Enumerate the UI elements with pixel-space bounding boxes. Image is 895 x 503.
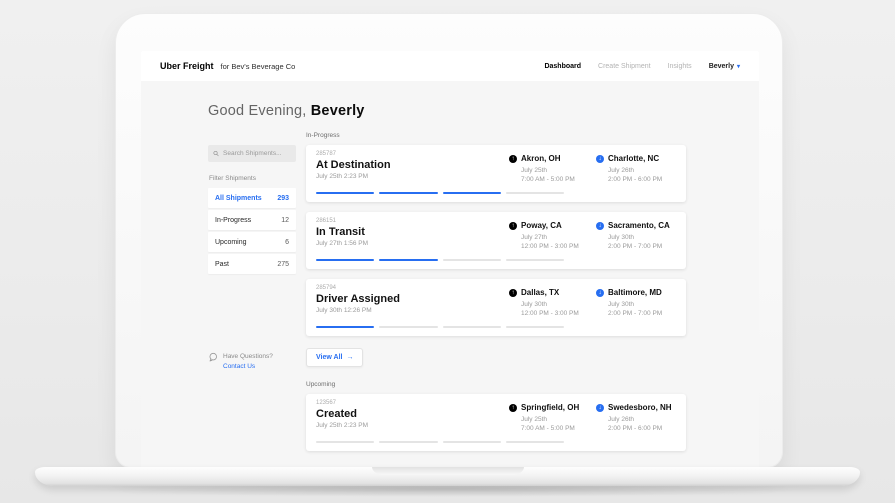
origin-date: July 25th xyxy=(521,167,593,174)
progress-bar xyxy=(316,192,564,194)
destination-location: ↓ Sacramento, CA July 30th 2:00 PM - 7:0… xyxy=(596,221,684,250)
search-icon xyxy=(213,150,219,157)
brand-logo: Uber Freight for Bev's Beverage Co xyxy=(160,61,295,71)
content-columns: Filter Shipments All Shipments 293 In-Pr… xyxy=(208,132,759,461)
view-all-button[interactable]: View All → xyxy=(306,348,363,367)
origin-date: July 27th xyxy=(521,234,593,241)
top-nav: Dashboard Create Shipment Insights Bever… xyxy=(544,63,740,70)
nav-insights[interactable]: Insights xyxy=(668,63,692,70)
shipment-card[interactable]: 123567 Created July 25th 2:23 PM ↑ Sprin… xyxy=(306,394,686,451)
destination-window: 2:00 PM - 6:00 PM xyxy=(608,176,684,183)
dropoff-icon: ↓ xyxy=(596,404,604,412)
origin-location: ↑ Springfield, OH July 25th 7:00 AM - 5:… xyxy=(509,403,593,432)
destination-window: 2:00 PM - 7:00 PM xyxy=(608,243,684,250)
origin-location: ↑ Dallas, TX July 30th 12:00 PM - 3:00 P… xyxy=(509,288,593,317)
origin-location: ↑ Poway, CA July 27th 12:00 PM - 3:00 PM xyxy=(509,221,593,250)
origin-city: Springfield, OH xyxy=(521,403,579,412)
destination-city: Baltimore, MD xyxy=(608,288,662,297)
progress-bar xyxy=(316,259,564,261)
filter-past[interactable]: Past 275 xyxy=(208,254,296,274)
filter-all-shipments[interactable]: All Shipments 293 xyxy=(208,188,296,208)
dropoff-icon: ↓ xyxy=(596,222,604,230)
brand-name: Uber Freight xyxy=(160,61,214,71)
destination-city: Charlotte, NC xyxy=(608,154,659,163)
brand-company: for Bev's Beverage Co xyxy=(221,62,296,71)
filter-count: 293 xyxy=(277,195,289,202)
origin-window: 12:00 PM - 3:00 PM xyxy=(521,243,593,250)
destination-window: 2:00 PM - 6:00 PM xyxy=(608,425,684,432)
greeting-name: Beverly xyxy=(311,103,365,119)
origin-city: Dallas, TX xyxy=(521,288,559,297)
filter-count: 12 xyxy=(281,217,289,224)
filter-upcoming[interactable]: Upcoming 6 xyxy=(208,232,296,252)
filter-label: Past xyxy=(215,261,229,268)
destination-location: ↓ Charlotte, NC July 26th 2:00 PM - 6:00… xyxy=(596,154,684,183)
contact-us-link[interactable]: Contact Us xyxy=(223,362,273,372)
arrow-right-icon: → xyxy=(346,354,353,361)
destination-city: Swedesboro, NH xyxy=(608,403,672,412)
origin-window: 7:00 AM - 5:00 PM xyxy=(521,425,593,432)
dropoff-icon: ↓ xyxy=(596,289,604,297)
destination-date: July 30th xyxy=(608,301,684,308)
shipments-main: In-Progress 285787 At Destination July 2… xyxy=(306,132,686,461)
origin-window: 12:00 PM - 3:00 PM xyxy=(521,310,593,317)
destination-date: July 26th xyxy=(608,167,684,174)
origin-date: July 25th xyxy=(521,416,593,423)
pickup-icon: ↑ xyxy=(509,155,517,163)
chevron-down-icon: ▾ xyxy=(737,63,740,70)
origin-city: Poway, CA xyxy=(521,221,562,230)
filter-count: 275 xyxy=(277,261,289,268)
laptop-base-notch xyxy=(372,467,524,475)
help-block: Have Questions? Contact Us xyxy=(208,352,296,373)
user-menu[interactable]: Beverly ▾ xyxy=(709,63,740,70)
app-header: Uber Freight for Bev's Beverage Co Dashb… xyxy=(141,51,759,81)
section-title-upcoming: Upcoming xyxy=(306,381,686,388)
help-question: Have Questions? xyxy=(223,352,273,362)
filter-label: All Shipments xyxy=(215,195,262,202)
filter-count: 6 xyxy=(285,239,289,246)
destination-city: Sacramento, CA xyxy=(608,221,670,230)
laptop-base xyxy=(35,467,860,486)
page-title: Good Evening, Beverly xyxy=(208,103,759,119)
search-box[interactable] xyxy=(208,145,296,162)
search-input[interactable] xyxy=(223,150,291,157)
pickup-icon: ↑ xyxy=(509,289,517,297)
section-title-in-progress: In-Progress xyxy=(306,132,686,139)
pickup-icon: ↑ xyxy=(509,404,517,412)
filter-in-progress[interactable]: In-Progress 12 xyxy=(208,210,296,230)
chat-bubble-icon xyxy=(208,352,218,362)
origin-location: ↑ Akron, OH July 25th 7:00 AM - 5:00 PM xyxy=(509,154,593,183)
progress-bar xyxy=(316,326,564,328)
shipment-card[interactable]: 285794 Driver Assigned July 30th 12:26 P… xyxy=(306,279,686,336)
sidebar: Filter Shipments All Shipments 293 In-Pr… xyxy=(208,132,296,373)
destination-location: ↓ Swedesboro, NH July 26th 2:00 PM - 6:0… xyxy=(596,403,684,432)
dropoff-icon: ↓ xyxy=(596,155,604,163)
filter-label: In-Progress xyxy=(215,217,251,224)
shipment-card[interactable]: 286151 In Transit July 27th 1:56 PM ↑ Po… xyxy=(306,212,686,269)
shipment-card[interactable]: 285787 At Destination July 25th 2:23 PM … xyxy=(306,145,686,202)
destination-window: 2:00 PM - 7:00 PM xyxy=(608,310,684,317)
progress-bar xyxy=(316,441,564,443)
view-all-label: View All xyxy=(316,354,342,361)
nav-create-shipment[interactable]: Create Shipment xyxy=(598,63,651,70)
greeting-prefix: Good Evening, xyxy=(208,103,307,119)
destination-location: ↓ Baltimore, MD July 30th 2:00 PM - 7:00… xyxy=(596,288,684,317)
destination-date: July 30th xyxy=(608,234,684,241)
laptop-frame: Uber Freight for Bev's Beverage Co Dashb… xyxy=(115,13,783,468)
user-name: Beverly xyxy=(709,63,734,70)
filter-shipments-label: Filter Shipments xyxy=(209,175,296,182)
origin-window: 7:00 AM - 5:00 PM xyxy=(521,176,593,183)
nav-dashboard[interactable]: Dashboard xyxy=(544,63,581,70)
app-screen: Uber Freight for Bev's Beverage Co Dashb… xyxy=(141,51,759,468)
filter-label: Upcoming xyxy=(215,239,247,246)
origin-city: Akron, OH xyxy=(521,154,561,163)
origin-date: July 30th xyxy=(521,301,593,308)
destination-date: July 26th xyxy=(608,416,684,423)
pickup-icon: ↑ xyxy=(509,222,517,230)
